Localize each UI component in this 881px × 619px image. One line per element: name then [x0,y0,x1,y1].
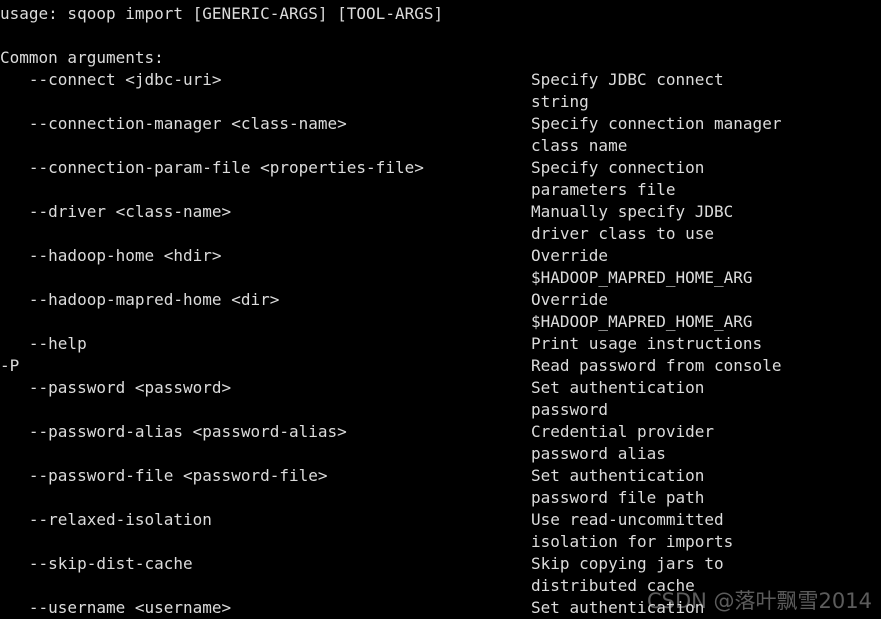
section-heading-line: Common arguments: [0,47,881,69]
help-entry-line: password alias [0,443,881,465]
description-text: Read password from console [531,356,782,375]
description-text: Print usage instructions [531,334,763,353]
option-text: --password-file <password-file> [0,466,328,485]
help-entry-line: password file path [0,487,881,509]
description-text: Specify JDBC connect [531,70,724,89]
help-entry-line: --connect <jdbc-uri> Specify JDBC connec… [0,69,881,91]
description-text: Set authentication [531,378,705,397]
help-entry-line: $HADOOP_MAPRED_HOME_ARG [0,311,881,333]
description-text: isolation for imports [531,532,734,551]
description-text: distributed cache [531,576,695,595]
help-entry-line: class name [0,135,881,157]
description-text: Skip copying jars to [531,554,724,573]
help-entry-line: -P Read password from console [0,355,881,377]
help-entry-line: --hadoop-mapred-home <dir> Override [0,289,881,311]
description-text: Override [531,246,609,265]
help-entry-line: parameters file [0,179,881,201]
description-text: parameters file [531,180,676,199]
help-entry-line: --skip-dist-cache Skip copying jars to [0,553,881,575]
option-text: --hadoop-mapred-home <dir> [0,290,280,309]
option-text: --password-alias <password-alias> [0,422,347,441]
terminal-screen: usage: sqoop import [GENERIC-ARGS] [TOOL… [0,3,881,619]
description-text: class name [531,136,628,155]
description-text: driver class to use [531,224,715,243]
help-entry-line: --password-file <password-file> Set auth… [0,465,881,487]
help-entry-line: --connection-param-file <properties-file… [0,157,881,179]
option-text: --username <username> [0,598,232,617]
description-text: Credential provider [531,422,715,441]
help-entry-line: $HADOOP_MAPRED_HOME_ARG [0,267,881,289]
description-text: $HADOOP_MAPRED_HOME_ARG [531,312,753,331]
option-text: --relaxed-isolation [0,510,212,529]
description-text: Specify connection manager [531,114,782,133]
option-text: --help [0,334,87,353]
help-entry-line: --driver <class-name> Manually specify J… [0,201,881,223]
help-entry-line: --password-alias <password-alias> Creden… [0,421,881,443]
option-text: --skip-dist-cache [0,554,193,573]
usage-text: usage: sqoop import [GENERIC-ARGS] [TOOL… [0,4,444,23]
option-text: --password <password> [0,378,232,397]
help-entry-line: driver class to use [0,223,881,245]
help-entry-line: --password <password> Set authentication [0,377,881,399]
section-heading-text: Common arguments: [0,48,164,67]
help-entry-line: string [0,91,881,113]
option-text: --connect <jdbc-uri> [0,70,222,89]
help-entry-line: --hadoop-home <hdir> Override [0,245,881,267]
help-entry-line: --relaxed-isolation Use read-uncommitted [0,509,881,531]
description-text: password alias [531,444,666,463]
description-text: string [531,92,589,111]
description-text: Override [531,290,609,309]
option-text: -P [0,356,20,375]
description-text: Set authentication [531,466,705,485]
option-text: --connection-param-file <properties-file… [0,158,424,177]
option-text: --driver <class-name> [0,202,232,221]
description-text: Use read-uncommitted [531,510,724,529]
help-entry-line: distributed cache [0,575,881,597]
usage-line: usage: sqoop import [GENERIC-ARGS] [TOOL… [0,3,881,25]
option-text: --hadoop-home <hdir> [0,246,222,265]
terminal-window[interactable]: usage: sqoop import [GENERIC-ARGS] [TOOL… [0,0,881,619]
description-text: Set authentication [531,598,705,617]
help-entry-line: --username <username> Set authentication [0,597,881,619]
help-entry-line: --connection-manager <class-name> Specif… [0,113,881,135]
description-text: password file path [531,488,705,507]
help-entry-line: isolation for imports [0,531,881,553]
option-text: --connection-manager <class-name> [0,114,347,133]
description-text: $HADOOP_MAPRED_HOME_ARG [531,268,753,287]
help-entry-line: --help Print usage instructions [0,333,881,355]
description-text: Manually specify JDBC [531,202,734,221]
description-text: password [531,400,609,419]
description-text: Specify connection [531,158,705,177]
help-entry-line: password [0,399,881,421]
